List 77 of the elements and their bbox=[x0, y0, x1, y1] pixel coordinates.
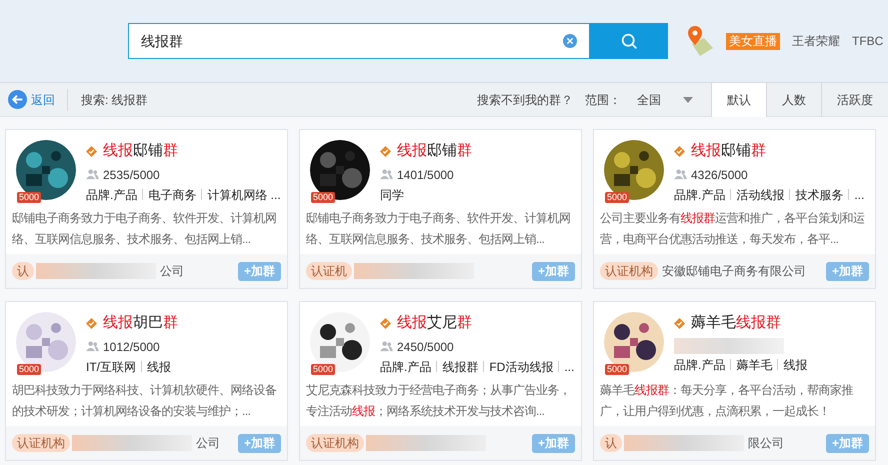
group-tag: IT/互联网 bbox=[86, 358, 136, 376]
certification-badge: 认 bbox=[600, 434, 622, 452]
company-name: 公司 bbox=[160, 263, 184, 280]
map-pin-icon[interactable] bbox=[686, 24, 714, 58]
certification-badge: 认 bbox=[12, 262, 34, 280]
group-tag: ... bbox=[564, 358, 574, 376]
member-count: 2535/5000 bbox=[103, 166, 160, 184]
level-badge: 5000 bbox=[17, 192, 42, 203]
verified-icon bbox=[380, 318, 391, 329]
scope-dropdown[interactable]: 全国 bbox=[637, 90, 693, 108]
group-tag: 活动线报 bbox=[736, 186, 784, 204]
certification-badge: 认证机构 bbox=[600, 262, 658, 280]
group-tag: 品牌.产品 bbox=[674, 186, 726, 204]
group-tag: FD活动线报 bbox=[489, 358, 554, 376]
search-button[interactable] bbox=[590, 23, 668, 59]
level-badge: 5000 bbox=[17, 364, 42, 375]
group-tag: 技术服务 bbox=[795, 186, 844, 204]
level-badge: 5000 bbox=[311, 192, 336, 203]
group-description: 胡巴科技致力于网络科技、计算机软硬件、网络设备的技术研发；计算机网络设备的安装与维护；... bbox=[11, 382, 278, 420]
scope-label: 范围： bbox=[585, 92, 621, 108]
members-icon bbox=[674, 169, 687, 180]
company-name: 安徽邸铺电子商务有限公司 bbox=[662, 263, 806, 280]
group-tag: ... bbox=[854, 186, 864, 204]
group-tag: 电子商务 bbox=[148, 186, 196, 204]
group-tag: 薅羊毛 bbox=[736, 356, 772, 374]
group-title: 线报艾尼群 bbox=[397, 313, 472, 333]
member-count: 1401/5000 bbox=[397, 166, 454, 184]
level-badge: 5000 bbox=[605, 364, 630, 375]
group-description: 邸铺电子商务致力于电子商务、软件开发、计算机网络、互联网信息服务、技术服务、包括网上销... bbox=[305, 210, 572, 248]
members-icon bbox=[86, 169, 99, 180]
sort-tab[interactable]: 活跃度 bbox=[821, 82, 888, 116]
group-description: 公司主要业务有线报群运营和推广，各平台策划和运营，电商平台优惠活动推送，每天发布，各平... bbox=[599, 210, 866, 248]
members-icon bbox=[86, 341, 99, 352]
search-field[interactable]: 线报群 bbox=[128, 23, 590, 59]
header-link[interactable]: 王者荣耀 bbox=[792, 32, 840, 50]
group-tag: 同学 bbox=[380, 186, 404, 204]
group-tag: 品牌.产品 bbox=[380, 358, 432, 376]
verified-icon bbox=[674, 318, 685, 329]
certification-badge: 认证机构 bbox=[306, 434, 364, 452]
group-description: 艾尼克森科技致力于经营电子商务；从事广告业务，专注活动线报；网络系统技术开发与技术咨询... bbox=[305, 382, 572, 420]
member-count: 4326/5000 bbox=[691, 166, 748, 184]
certification-badge: 认证机 bbox=[306, 262, 352, 280]
clear-icon[interactable] bbox=[563, 34, 577, 48]
level-badge: 5000 bbox=[311, 364, 336, 375]
header-link[interactable]: TFBC bbox=[852, 32, 884, 50]
certification-badge: 认证机构 bbox=[12, 434, 70, 452]
company-name: 限公司 bbox=[748, 435, 784, 452]
group-title: 线报邸铺群 bbox=[103, 141, 178, 161]
search-icon bbox=[620, 32, 638, 50]
members-icon bbox=[380, 169, 393, 180]
member-count: 2450/5000 bbox=[397, 338, 454, 356]
group-tag: 品牌.产品 bbox=[86, 186, 138, 204]
search-query: 搜索: 线报群 bbox=[81, 92, 148, 108]
group-title: 线报胡巴群 bbox=[103, 313, 178, 333]
help-link[interactable]: 搜索不到我的群？ bbox=[477, 90, 573, 108]
company-name: 公司 bbox=[196, 435, 220, 452]
verified-icon bbox=[380, 146, 391, 157]
level-badge: 5000 bbox=[605, 192, 630, 203]
back-button[interactable]: 返回 bbox=[0, 88, 68, 110]
verified-icon bbox=[674, 146, 685, 157]
group-tag: 计算机网络 ... bbox=[207, 186, 281, 204]
caret-icon bbox=[683, 96, 693, 102]
group-tag: 线报 bbox=[147, 358, 171, 376]
group-description: 薅羊毛线报群：每天分享，各平台活动，帮商家推广，让用户得到优惠，点滴积累，一起成长！ bbox=[599, 382, 854, 420]
group-title: 线报邸铺群 bbox=[691, 141, 766, 161]
group-tag: 线报群 bbox=[442, 358, 478, 376]
verified-icon bbox=[86, 146, 97, 157]
member-count: 1012/5000 bbox=[103, 338, 160, 356]
group-tag: 线报 bbox=[783, 356, 808, 374]
verified-icon bbox=[86, 318, 97, 329]
sort-tab[interactable]: 人数 bbox=[766, 82, 821, 116]
group-title: 线报邸铺群 bbox=[397, 141, 472, 161]
sort-tab[interactable]: 默认 bbox=[711, 82, 766, 116]
members-icon bbox=[380, 341, 393, 352]
group-tag: 品牌.产品 bbox=[674, 356, 726, 374]
group-title: 薅羊毛线报群 bbox=[691, 313, 781, 333]
group-description: 邸铺电子商务致力于电子商务、软件开发、计算机网络、互联网信息服务、技术服务、包括网上销... bbox=[11, 210, 278, 248]
